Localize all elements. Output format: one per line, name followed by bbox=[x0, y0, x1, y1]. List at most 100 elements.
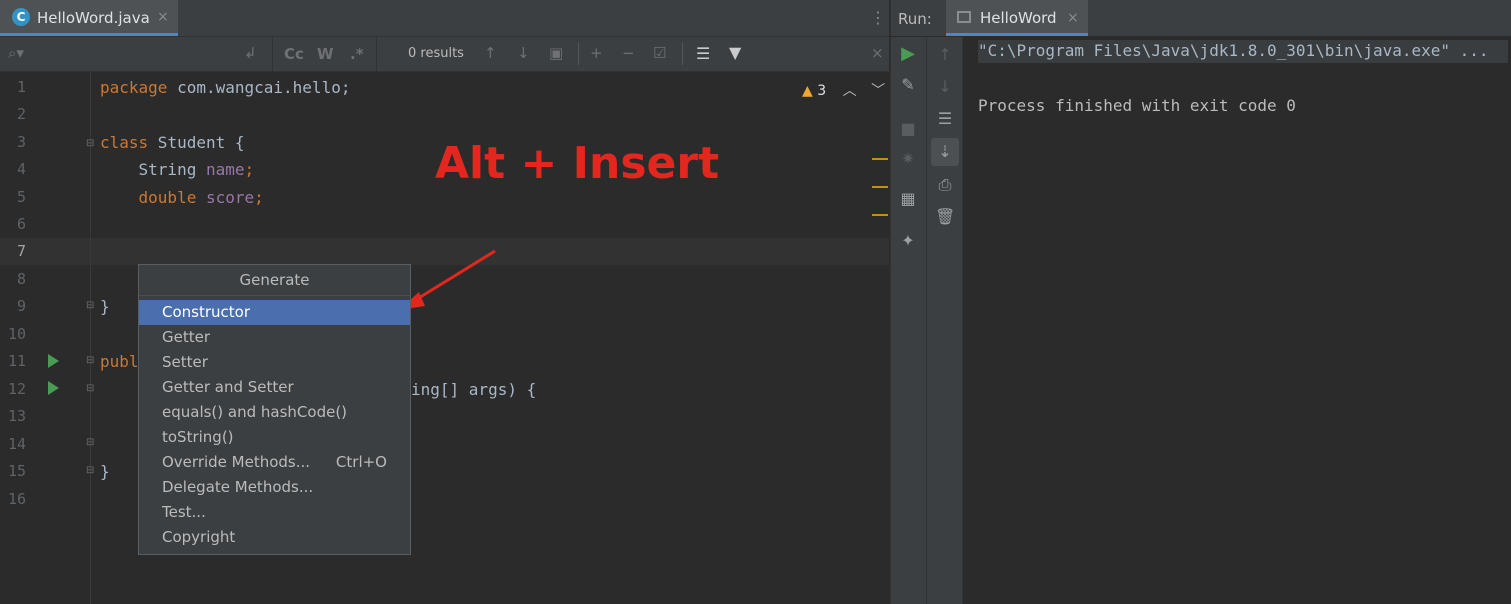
warning-stripe-marker[interactable] bbox=[872, 158, 888, 160]
clear-all-icon[interactable]: 🗑 bbox=[935, 207, 955, 226]
line-number: 3 bbox=[16, 133, 26, 151]
search-results-count: 0 results bbox=[408, 46, 464, 61]
run-console[interactable] bbox=[963, 37, 1511, 604]
semicolon: ; bbox=[254, 188, 264, 207]
run-main-icon[interactable] bbox=[48, 381, 59, 395]
menu-item-override-methods[interactable]: Override Methods... Ctrl+O bbox=[139, 450, 410, 475]
select-all-occurrences-icon[interactable]: ☑ bbox=[653, 44, 666, 62]
menu-item-getter[interactable]: Getter bbox=[139, 325, 410, 350]
line-number: 7 bbox=[16, 242, 26, 260]
fold-marker-icon[interactable]: ⊟ bbox=[86, 355, 96, 367]
search-input[interactable]: ⌕▾ ↲ bbox=[0, 37, 273, 71]
line-number: 2 bbox=[16, 105, 26, 123]
rerun-icon[interactable]: ▶ bbox=[898, 43, 918, 64]
line-number: 8 bbox=[16, 270, 26, 288]
menu-item-label: Copyright bbox=[162, 528, 236, 546]
console-exit-message[interactable]: Process finished with exit code 0 bbox=[978, 96, 1296, 115]
field-name: name bbox=[196, 160, 245, 179]
warning-stripe-marker[interactable] bbox=[872, 186, 888, 188]
console-command[interactable]: "C:\Program Files\Java\jdk1.8.0_301\bin\… bbox=[978, 41, 1489, 60]
menu-item-label: Delegate Methods... bbox=[162, 478, 314, 496]
editor-tab-label[interactable]: HelloWord.java bbox=[37, 9, 150, 27]
run-tab-label[interactable]: HelloWord bbox=[980, 9, 1057, 27]
soft-wrap-icon[interactable]: ☰ bbox=[935, 109, 955, 128]
run-label: Run: bbox=[898, 10, 932, 28]
line-number: 15 bbox=[7, 462, 26, 480]
code-line[interactable]: String name; bbox=[100, 160, 255, 179]
warning-stripe-marker[interactable] bbox=[872, 214, 888, 216]
fold-marker-icon[interactable]: ⊟ bbox=[86, 138, 96, 150]
stop-icon[interactable]: ■ bbox=[898, 119, 918, 138]
remove-occurrence-icon[interactable]: − bbox=[622, 44, 635, 62]
tab-close-icon[interactable]: × bbox=[157, 9, 169, 25]
type-name: String bbox=[100, 160, 197, 179]
warning-icon: ▲ bbox=[802, 83, 813, 99]
menu-item-label: Override Methods... bbox=[162, 453, 311, 471]
previous-highlight-icon[interactable]: ︿ bbox=[843, 83, 857, 99]
menu-item-label: Test... bbox=[162, 503, 206, 521]
next-highlight-icon[interactable]: ﹀ bbox=[871, 83, 885, 99]
print-icon[interactable]: ⎙ bbox=[935, 175, 955, 195]
menu-item-setter[interactable]: Setter bbox=[139, 350, 410, 375]
whole-words-button[interactable]: W bbox=[317, 45, 334, 63]
debug-icon[interactable]: ✷ bbox=[898, 149, 918, 168]
fold-marker-icon[interactable]: ⊟ bbox=[86, 300, 96, 312]
divider bbox=[578, 43, 579, 65]
menu-item-label: Setter bbox=[162, 353, 208, 371]
menu-item-delegate-methods[interactable]: Delegate Methods... bbox=[139, 475, 410, 500]
code-line[interactable]: class Student { bbox=[100, 133, 245, 152]
type-name: double bbox=[100, 188, 197, 207]
inspection-widget[interactable]: ▲ 3 ︿ ﹀ bbox=[802, 80, 885, 100]
next-occurrence-icon[interactable]: ↓ bbox=[517, 44, 530, 62]
menu-item-test[interactable]: Test... bbox=[139, 500, 410, 525]
add-occurrence-icon[interactable]: + bbox=[590, 44, 603, 62]
restore-layout-icon[interactable]: ▦ bbox=[898, 189, 918, 208]
code-line[interactable]: double score; bbox=[100, 188, 264, 207]
menu-item-tostring[interactable]: toString() bbox=[139, 425, 410, 450]
code-line[interactable]: } bbox=[100, 462, 110, 481]
search-icon[interactable]: ⌕▾ bbox=[8, 44, 24, 62]
up-stack-trace-icon[interactable]: ↑ bbox=[935, 45, 955, 64]
filter-icon[interactable]: ▼ bbox=[729, 43, 741, 62]
new-line-icon[interactable]: ↲ bbox=[244, 44, 257, 62]
menu-item-constructor[interactable]: Constructor bbox=[139, 300, 410, 325]
code-line[interactable]: package com.wangcai.hello; bbox=[100, 78, 350, 97]
more-options-icon[interactable]: ⋮ bbox=[870, 8, 886, 27]
menu-item-copyright[interactable]: Copyright bbox=[139, 525, 410, 550]
find-bar: ⌕▾ ↲ Cc W .* 0 results ↑ ↓ ▣ + − ☑ ☰ ▼ × bbox=[0, 37, 889, 72]
line-number: 11 bbox=[7, 352, 26, 370]
menu-item-equals-hashcode[interactable]: equals() and hashCode() bbox=[139, 400, 410, 425]
run-main-icon[interactable] bbox=[48, 354, 59, 368]
down-stack-trace-icon[interactable]: ↓ bbox=[935, 77, 955, 96]
line-number: 14 bbox=[7, 435, 26, 453]
menu-item-label: Constructor bbox=[162, 303, 251, 321]
line-number: 4 bbox=[16, 160, 26, 178]
fold-marker-icon[interactable]: ⊟ bbox=[86, 383, 96, 395]
find-in-selection-icon[interactable]: ▣ bbox=[549, 44, 563, 62]
code-line[interactable]: } bbox=[100, 297, 110, 316]
divider bbox=[682, 43, 683, 65]
keyword: package bbox=[100, 78, 168, 97]
java-class-icon: C bbox=[12, 8, 30, 26]
previous-occurrence-icon[interactable]: ↑ bbox=[484, 44, 497, 62]
fold-marker-icon[interactable]: ⊟ bbox=[86, 437, 96, 449]
scroll-to-end-icon[interactable]: ⇣ bbox=[931, 138, 959, 166]
run-toolbar-primary: ▶ ✎ ■ ✷ ▦ ✦ bbox=[890, 37, 926, 604]
run-tab-close-icon[interactable]: × bbox=[1067, 10, 1079, 26]
code-line[interactable]: ing[] args) { bbox=[411, 380, 536, 399]
fold-marker-icon[interactable]: ⊟ bbox=[86, 465, 96, 477]
regex-button[interactable]: .* bbox=[350, 45, 364, 63]
match-case-button[interactable]: Cc bbox=[284, 45, 304, 63]
package-name: com.wangcai.hello; bbox=[167, 78, 351, 97]
field-name: score bbox=[196, 188, 255, 207]
menu-item-getter-and-setter[interactable]: Getter and Setter bbox=[139, 375, 410, 400]
close-search-icon[interactable]: × bbox=[871, 44, 884, 62]
line-number: 16 bbox=[7, 490, 26, 508]
filter-search-results-icon[interactable]: ☰ bbox=[696, 44, 710, 63]
pin-tab-icon[interactable]: ✦ bbox=[898, 231, 918, 250]
settings-wrench-icon[interactable]: ✎ bbox=[898, 75, 918, 94]
shortcut-annotation: Alt + Insert bbox=[435, 138, 720, 189]
popup-title: Generate bbox=[139, 265, 410, 296]
generate-popup: Generate Constructor Getter Setter Gette… bbox=[138, 264, 411, 555]
keyword: class bbox=[100, 133, 149, 152]
